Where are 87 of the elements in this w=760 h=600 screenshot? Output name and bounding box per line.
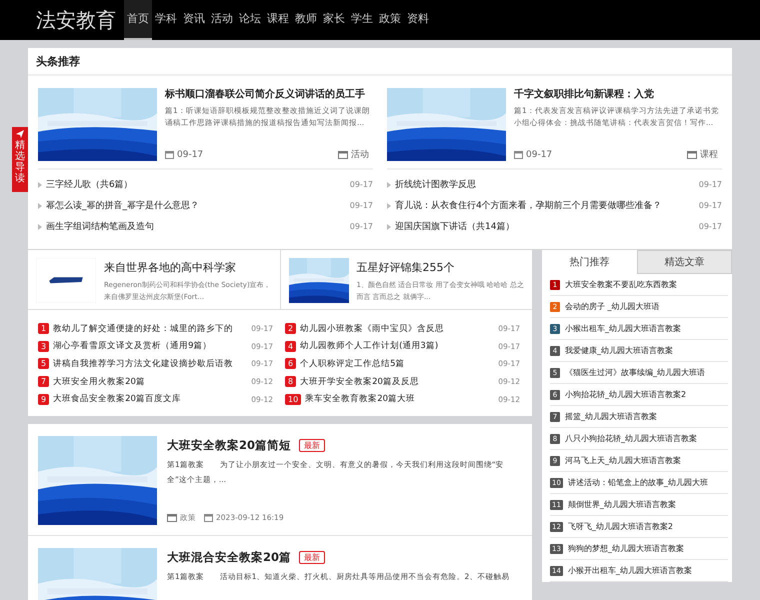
article-link[interactable]: 幼儿园小班教案《雨中宝贝》含反思 — [300, 322, 498, 335]
bullet-icon — [387, 224, 391, 230]
article-title[interactable]: 来自世界各地的高中科学家 — [104, 260, 272, 275]
article-link[interactable]: 我爱健康_幼儿园大班语言教案 — [565, 345, 673, 356]
article-date: 09-17 — [350, 180, 373, 189]
article-link[interactable]: 育儿说：从衣食住行4个方面来看，孕期前三个月需要做哪些准备？ — [395, 199, 699, 212]
rank-number: 2 — [285, 323, 296, 334]
article-link[interactable]: 大班安全教案不要乱吃东西教案 — [565, 279, 677, 290]
sidebar-tab[interactable]: 热门推荐 — [542, 250, 637, 274]
article-date: 09-17 — [526, 150, 552, 160]
article-date: 09-17 — [177, 150, 204, 160]
calendar-icon — [514, 150, 523, 159]
category-link[interactable]: 活动 — [351, 148, 369, 161]
article-title[interactable]: 大班安全教案20篇简短 — [167, 438, 292, 453]
article-link[interactable]: 《猫医生过河》故事续编_幼儿园大班语 — [565, 367, 705, 378]
article-link[interactable]: 大班食品安全教案20篇百度文库 — [53, 393, 252, 406]
article-link[interactable]: 河马飞上天_幼儿园大班语言教案 — [565, 455, 681, 466]
nav-item[interactable]: 学科 — [152, 0, 180, 40]
article-link[interactable]: 幼儿园教师个人工作计划(通用3篇) — [300, 340, 498, 352]
rank-number: 10 — [285, 394, 302, 405]
new-badge: 最新 — [299, 550, 326, 564]
rank-number: 8 — [285, 376, 296, 388]
article-link[interactable]: 小猴出租车_幼儿园大班语言教案 — [565, 323, 681, 334]
rank-number: 5 — [38, 358, 50, 370]
nav-item[interactable]: 活动 — [208, 0, 236, 40]
bullet-icon — [38, 224, 42, 230]
site-logo[interactable]: 法安教育 — [36, 0, 116, 40]
article-link[interactable]: 摇篮_幼儿园大班语言教案 — [565, 411, 657, 422]
nav-item[interactable]: 学生 — [348, 0, 376, 40]
rank-number: 7 — [38, 376, 50, 388]
article-link[interactable]: 颠倒世界_幼儿园大班语言教案 — [568, 499, 676, 510]
rank-number: 1 — [38, 323, 50, 334]
article-link[interactable]: 折线统计图教学反思 — [395, 178, 699, 191]
send-icon — [16, 130, 24, 138]
article-link[interactable]: 会动的房子 _幼儿园大班语 — [565, 301, 660, 312]
category-icon — [687, 150, 697, 158]
article-link[interactable]: 讲稿自我推荐学习方法文化建设摘抄歇后语教 — [53, 358, 252, 370]
article-date: 09-17 — [698, 201, 722, 210]
article-link[interactable]: 狗狗的梦想_幼儿园大班语言教案 — [568, 543, 684, 554]
bullet-icon — [387, 202, 391, 208]
article-link[interactable]: 幂怎么读_幂的拼音_幂字是什么意思？ — [46, 199, 350, 212]
calendar-icon — [165, 150, 174, 159]
article-date: 09-17 — [350, 201, 373, 210]
rank-number: 4 — [285, 340, 296, 352]
nav-item[interactable]: 教师 — [292, 0, 320, 40]
category-icon — [338, 150, 348, 158]
article-title[interactable]: 标书顺口溜春联公司简介反义词讲话的员工手 — [165, 88, 373, 102]
article-link[interactable]: 教幼儿了解交通便捷的好处：城里的路乡下的 — [53, 322, 252, 335]
article-link[interactable]: 湖心亭看雪原文译文及赏析（通用9篇） — [53, 340, 252, 352]
article-link[interactable]: 乘车安全教育教案20篇大班 — [305, 393, 498, 406]
rank-number: 6 — [285, 358, 296, 370]
sidebar-tab[interactable]: 精选文章 — [637, 250, 732, 274]
nav-item[interactable]: 课程 — [264, 0, 292, 40]
calendar-icon — [204, 513, 213, 522]
article-date: 09-17 — [698, 180, 722, 189]
article-link[interactable]: 三字经儿歌（共6篇） — [46, 178, 350, 191]
category-icon — [167, 514, 177, 522]
article-link[interactable]: 讲述活动：铅笔盒上的故事_幼儿园大班 — [568, 477, 708, 488]
nav-item[interactable]: 首页 — [124, 0, 152, 40]
article-link[interactable]: 小猴开出租车_幼儿园大班语言教案 — [568, 565, 692, 576]
article-link[interactable]: 画生字组词结构笔画及造句 — [46, 220, 350, 233]
article-date: 09-17 — [350, 222, 373, 231]
nav-item[interactable]: 资料 — [404, 0, 432, 40]
nav-item[interactable]: 论坛 — [236, 0, 264, 40]
side-tab[interactable]: 精选导读 — [12, 127, 28, 192]
article-link[interactable]: 八只小狗抬花轿_幼儿园大班语言教案 — [565, 433, 697, 444]
bullet-icon — [387, 182, 391, 188]
section-title: 头条推荐 — [28, 48, 732, 76]
article-link[interactable]: 个人职称评定工作总结5篇 — [300, 358, 498, 370]
article-date: 09-17 — [698, 222, 722, 231]
article-title[interactable]: 千字文叙职排比句新课程：入党 — [514, 88, 722, 102]
article-title[interactable]: 五星好评锦集255个 — [356, 260, 524, 275]
article-link[interactable]: 迎国庆国旗下讲话（共14篇） — [395, 220, 699, 233]
bullet-icon — [38, 202, 42, 208]
bullet-icon — [38, 182, 42, 188]
rank-number: 3 — [38, 340, 50, 352]
category-link[interactable]: 课程 — [700, 148, 718, 161]
article-link[interactable]: 大班开学安全教案20篇及反思 — [300, 376, 498, 388]
rank-number: 9 — [38, 394, 50, 405]
article-link[interactable]: 大班安全用火教案20篇 — [53, 376, 252, 388]
nav-item[interactable]: 资讯 — [180, 0, 208, 40]
nav-item[interactable]: 政策 — [376, 0, 404, 40]
article-link[interactable]: 飞呀飞_幼儿园大班语言教案2 — [568, 521, 674, 532]
new-badge: 最新 — [299, 438, 326, 452]
article-link[interactable]: 小狗抬花轿_幼儿园大班语言教案2 — [565, 389, 686, 400]
nav-item[interactable]: 家长 — [320, 0, 348, 40]
article-title[interactable]: 大班混合安全教案20篇 — [167, 550, 292, 565]
